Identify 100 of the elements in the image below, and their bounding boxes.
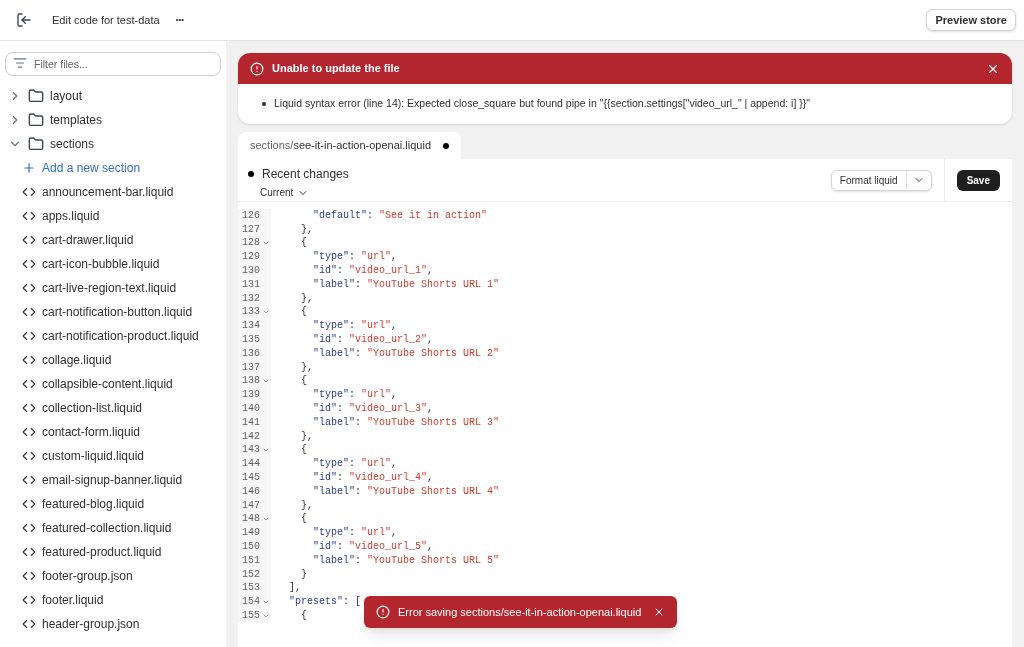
code-line: {	[300, 307, 307, 318]
file-item[interactable]: header-group.json	[0, 612, 226, 636]
code-line: "type": "url",	[312, 321, 398, 332]
file-item[interactable]: featured-product.liquid	[0, 540, 226, 564]
exit-icon[interactable]	[16, 12, 32, 28]
code-icon	[22, 257, 36, 271]
code-icon	[22, 209, 36, 223]
line-number: 147	[241, 500, 260, 511]
code-line: "type": "url",	[312, 390, 398, 401]
code-line: "presets": [	[288, 597, 362, 608]
code-icon	[22, 353, 36, 367]
folder-icon	[28, 112, 44, 128]
error-message: Liquid syntax error (line 14): Expected close_square but found pipe in "{{section.settings["video_url_" | append: i] }}"	[274, 96, 810, 112]
code-icon	[22, 425, 36, 439]
code-icon	[22, 281, 36, 295]
code-icon	[22, 593, 36, 607]
recent-changes-label: Recent changes	[262, 166, 349, 183]
plus-icon	[22, 161, 36, 175]
save-button[interactable]: Save	[956, 169, 1000, 191]
code-icon	[22, 401, 36, 415]
line-number: 132	[241, 293, 260, 304]
code-line: },	[300, 293, 313, 304]
line-number: 135	[241, 335, 260, 346]
code-icon	[22, 377, 36, 391]
file-item[interactable]: cart-notification-button.liquid	[0, 300, 226, 324]
line-number: 126	[241, 210, 260, 221]
alert-icon	[250, 61, 264, 76]
file-item[interactable]: footer.liquid	[0, 588, 226, 612]
code-line: "label": "YouTube Shorts URL 1"	[312, 279, 500, 290]
filter-field[interactable]: Filter files...	[5, 52, 221, 76]
code-line: "type": "url",	[312, 252, 398, 263]
line-number: 143	[241, 445, 260, 456]
file-item[interactable]: custom-liquid.liquid	[0, 444, 226, 468]
code-line: {	[300, 611, 307, 621]
code-line: "label": "YouTube Shorts URL 5"	[312, 555, 500, 566]
code-line: "id": "video_url_5",	[312, 542, 434, 552]
folder-icon	[28, 88, 44, 104]
line-number: 150	[241, 542, 260, 552]
file-item[interactable]: contact-form.liquid	[0, 420, 226, 444]
add-section-link[interactable]: Add a new section	[0, 156, 226, 180]
file-item[interactable]: cart-icon-bubble.liquid	[0, 252, 226, 276]
file-item[interactable]: collapsible-content.liquid	[0, 372, 226, 396]
folder-item[interactable]: layout	[0, 84, 226, 108]
code-line: "label": "YouTube Shorts URL 3"	[312, 417, 500, 428]
code-line: "type": "url",	[312, 528, 398, 539]
line-number: 127	[241, 224, 260, 235]
code-line: {	[300, 238, 307, 249]
line-number: 142	[241, 431, 260, 442]
code-icon	[22, 545, 36, 559]
folder-item[interactable]: sections	[0, 132, 226, 156]
code-line: "id": "video_url_2",	[312, 335, 434, 346]
code-icon	[22, 449, 36, 463]
line-number: 140	[241, 404, 260, 415]
file-item[interactable]: email-signup-banner.liquid	[0, 468, 226, 492]
code-icon	[22, 497, 36, 511]
code-icon	[22, 569, 36, 583]
line-number: 134	[241, 321, 260, 332]
code-icon	[22, 329, 36, 343]
code-line: {	[300, 514, 307, 525]
line-number: 154	[241, 597, 260, 608]
code-line: },	[300, 362, 313, 373]
file-item[interactable]: apps.liquid	[0, 204, 226, 228]
code-icon	[22, 305, 36, 319]
line-number: 152	[241, 569, 260, 580]
line-number: 133	[241, 307, 260, 318]
file-item[interactable]: cart-drawer.liquid	[0, 228, 226, 252]
file-tab[interactable]: sections/see-it-in-action-openai.liquid	[238, 132, 461, 159]
code-line: },	[300, 224, 313, 235]
folder-icon	[28, 136, 44, 152]
line-number: 136	[241, 348, 260, 359]
code-line: ],	[288, 583, 301, 594]
more-button[interactable]: •••	[175, 14, 185, 26]
code-line: "id": "video_url_3",	[312, 404, 434, 415]
preview-store-button[interactable]: Preview store	[926, 9, 1016, 31]
toast-message: Error saving sections/see-it-in-action-openai.liquid	[398, 604, 642, 620]
file-item[interactable]: cart-notification-product.liquid	[0, 324, 226, 348]
version-dropdown[interactable]: Current	[260, 185, 310, 200]
code-line: "id": "video_url_1",	[312, 266, 434, 277]
line-number: 153	[241, 583, 260, 594]
line-number: 145	[241, 473, 260, 484]
line-number: 149	[241, 528, 260, 539]
line-number: 151	[241, 555, 260, 566]
line-number: 144	[241, 459, 260, 470]
folder-item[interactable]: templates	[0, 108, 226, 132]
file-item[interactable]: featured-blog.liquid	[0, 492, 226, 516]
error-title: Unable to update the file	[272, 61, 400, 77]
file-item[interactable]: footer-group.json	[0, 564, 226, 588]
file-item[interactable]: collection-list.liquid	[0, 396, 226, 420]
code-icon	[22, 521, 36, 535]
file-item[interactable]: cart-live-region-text.liquid	[0, 276, 226, 300]
code-line: },	[300, 431, 313, 442]
file-item[interactable]: announcement-bar.liquid	[0, 180, 226, 204]
file-item[interactable]: collage.liquid	[0, 348, 226, 372]
line-number: 131	[241, 279, 260, 290]
file-item[interactable]: featured-collection.liquid	[0, 516, 226, 540]
line-number: 130	[241, 266, 260, 277]
code-icon	[22, 473, 36, 487]
line-number: 148	[241, 514, 260, 525]
line-number: 155	[241, 611, 260, 621]
line-number: 138	[241, 376, 260, 387]
